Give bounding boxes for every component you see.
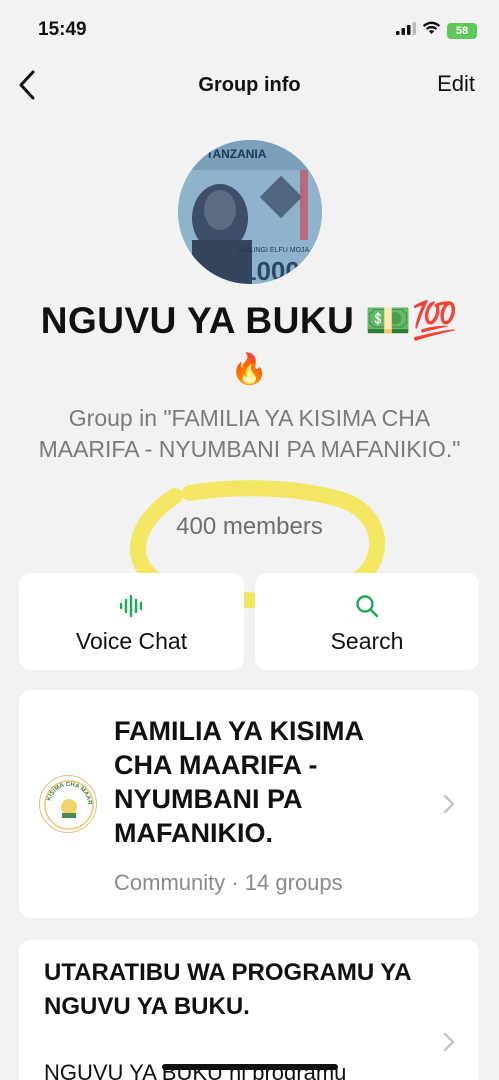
search-icon: [355, 593, 379, 619]
voice-chat-label: Voice Chat: [75, 628, 188, 654]
wifi-icon: [422, 21, 441, 40]
waveform-icon: [119, 593, 145, 619]
group-rules-card[interactable]: UTARATIBU WA PROGRAMU YA NGUVU YA BUKU. …: [19, 940, 479, 1080]
community-card[interactable]: KISIMA CHA MAARIFA FAMILIA YA KISIMA CHA…: [19, 690, 479, 918]
status-icons: 58: [396, 21, 477, 40]
voice-chat-button[interactable]: Voice Chat: [19, 573, 244, 670]
banknote-country-text: TANZANIA: [206, 147, 267, 161]
banknote-caption-text: SHILINGI ELFU MOJA: [238, 247, 310, 254]
status-time: 15:49: [38, 19, 87, 40]
rules-title: UTARATIBU WA PROGRAMU YA NGUVU YA BUKU.: [44, 959, 411, 1020]
page-title: Group info: [198, 74, 301, 96]
banknote-denomination-text: 1000: [242, 256, 300, 284]
nav-bar: Group info Edit: [0, 60, 499, 110]
group-name: NGUVU YA BUKU 💵💯: [40, 300, 459, 341]
search-button[interactable]: Search: [255, 573, 479, 670]
community-logo: KISIMA CHA MAARIFA: [39, 775, 97, 833]
edit-button[interactable]: Edit: [437, 71, 475, 97]
battery-icon: 58: [447, 22, 477, 39]
members-count[interactable]: 400 members: [0, 513, 499, 541]
signal-icon: [396, 21, 416, 40]
search-label: Search: [330, 628, 404, 654]
rules-body: NGUVU YA BUKU ni programu: [44, 1060, 347, 1080]
group-name-emoji: 🔥: [230, 353, 269, 386]
chevron-right-icon: [443, 1032, 455, 1052]
group-description[interactable]: Group in "FAMILIA YA KISIMA CHA MAARIFA …: [30, 403, 469, 465]
status-bar: 15:49 58: [0, 0, 499, 56]
home-indicator: [162, 1064, 338, 1070]
chevron-right-icon: [443, 794, 455, 814]
community-title: FAMILIA YA KISIMA CHA MAARIFA - NYUMBANI…: [114, 716, 364, 848]
group-avatar[interactable]: TANZANIA SHILINGI ELFU MOJA 1000: [178, 140, 322, 284]
community-subtitle: Community · 14 groups: [114, 870, 343, 895]
